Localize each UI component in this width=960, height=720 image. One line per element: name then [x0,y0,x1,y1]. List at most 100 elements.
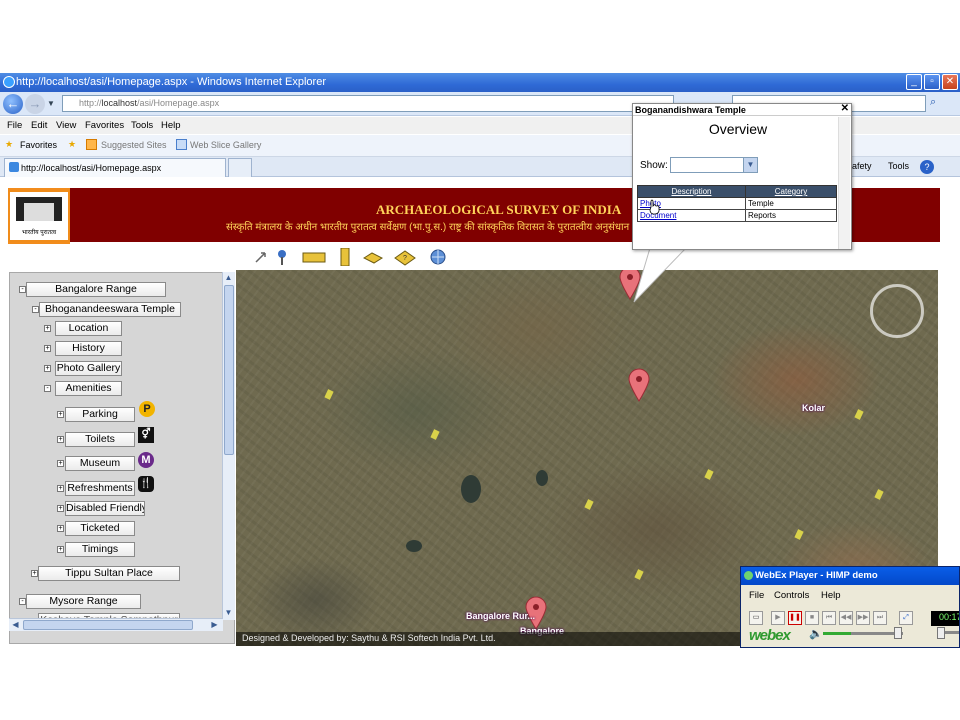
expand-parking[interactable]: + [57,411,64,418]
tree-node-parking[interactable]: Parking [65,407,135,422]
museum-icon: M [138,452,154,468]
tree-horizontal-scrollbar[interactable]: ◀ ▶ [9,618,223,631]
webex-title: WebEx Player - HIMP demo [741,567,959,585]
expand-tippu-sultan[interactable]: + [31,570,38,577]
tree-node-mysore-range[interactable]: Mysore Range [26,594,141,609]
popup-heading: Overview [708,121,768,137]
menu-view[interactable]: View [56,120,76,131]
scroll-left-icon[interactable]: ◀ [10,619,21,630]
tree-node-museum[interactable]: Museum [65,456,135,471]
menu-edit[interactable]: Edit [31,120,47,131]
arrow-pointer-icon[interactable] [252,248,270,266]
menu-favorites[interactable]: Favorites [85,120,124,131]
minimize-button[interactable]: _ [906,74,922,90]
globe-icon[interactable] [429,248,447,266]
search-icon[interactable]: ⌕ [930,96,946,112]
suggested-sites-button[interactable]: Suggested Sites [101,140,167,150]
tree-node-bangalore-range[interactable]: Bangalore Range [26,282,166,297]
expand-history[interactable]: + [44,345,51,352]
tree-node-timings[interactable]: Timings [65,542,135,557]
tree-node-amenities[interactable]: Amenities [55,381,122,396]
expand-museum[interactable]: + [57,460,64,467]
tools-menu[interactable]: Tools [888,161,909,171]
column-category[interactable]: Category [745,185,837,198]
address-bar[interactable]: http://localhost/asi/Homepage.aspx [62,95,674,112]
scroll-right-icon[interactable]: ▶ [209,619,220,630]
tree-node-history[interactable]: History [55,341,122,356]
safety-menu[interactable]: afety [852,161,872,171]
expand-location[interactable]: + [44,325,51,332]
close-window-button[interactable]: ✕ [942,74,958,90]
fast-forward-button[interactable]: ▶▶ [856,611,870,625]
popup-close-button[interactable]: ✕ [841,103,849,114]
ie-logo-icon [3,76,15,88]
lake [406,540,422,552]
tree-node-temple[interactable]: Bhoganandeeswara Temple [39,302,181,317]
ruler-tool-icon[interactable] [302,248,326,266]
expand-disabled-friendly[interactable]: + [57,505,64,512]
site-map-pin[interactable] [627,368,651,402]
expand-ticketed[interactable]: + [57,525,64,532]
vertical-ruler-icon[interactable] [336,248,354,266]
open-file-icon[interactable]: ▭ [749,611,763,625]
back-button[interactable]: ← [3,94,23,114]
tree-node-refreshments[interactable]: Refreshments [65,481,135,496]
expand-timings[interactable]: + [57,546,64,553]
menu-file[interactable]: File [7,120,22,131]
skip-start-button[interactable]: ⏮ [822,611,836,625]
show-select[interactable]: ▼ [670,157,758,173]
add-favorite-icon[interactable]: ★ [68,139,76,150]
help-icon[interactable]: ? [920,160,934,174]
favorites-button[interactable]: Favorites [20,140,57,150]
tree-node-ticketed[interactable]: Ticketed [65,521,135,536]
new-tab-button[interactable] [228,158,252,177]
stop-button[interactable]: ■ [805,611,819,625]
collapse-amenities[interactable]: - [44,385,51,392]
tree-scroll-thumb[interactable] [224,285,234,455]
webex-logo: webex [749,627,791,644]
collapse-mysore-range[interactable]: - [19,598,26,605]
tree-hscroll-thumb[interactable] [23,620,193,630]
webex-menu-file[interactable]: File [749,590,764,601]
expand-refreshments[interactable]: + [57,485,64,492]
scroll-up-icon[interactable]: ▲ [223,272,234,283]
collapse-temple[interactable]: - [32,306,39,313]
field-patch [324,389,334,400]
scroll-down-icon[interactable]: ▼ [223,607,234,618]
maximize-button[interactable]: ▫ [924,74,940,90]
fullscreen-button[interactable]: ⤢ [899,611,913,625]
expand-photo-gallery[interactable]: + [44,365,51,372]
webex-menu-controls[interactable]: Controls [774,590,809,601]
tree-node-tippu-sultan[interactable]: Tippu Sultan Place [38,566,180,581]
menu-help[interactable]: Help [161,120,181,131]
play-button[interactable]: ▶ [771,611,785,625]
column-description[interactable]: Description [637,185,746,198]
chevron-down-icon[interactable]: ▼ [743,158,757,172]
help-tool-icon[interactable]: ? [394,248,416,266]
category-cell: Reports [745,209,837,222]
measure-path-icon[interactable] [362,248,384,266]
volume-slider-handle[interactable] [894,627,902,639]
expand-toilets[interactable]: + [57,436,64,443]
collapse-bangalore-range[interactable]: - [19,286,26,293]
skip-end-button[interactable]: ⏭ [873,611,887,625]
tree-node-location[interactable]: Location [55,321,122,336]
tab-homepage[interactable]: http://localhost/asi/Homepage.aspx [4,158,226,177]
tree-vertical-scrollbar[interactable]: ▲ ▼ [222,272,235,620]
webex-menu-help[interactable]: Help [821,590,841,601]
menu-tools[interactable]: Tools [131,120,153,131]
pause-button[interactable]: ❚❚ [788,611,802,625]
webex-menu-bar: File Controls Help [741,587,959,601]
web-slice-gallery-button[interactable]: Web Slice Gallery [190,140,261,150]
history-dropdown-icon[interactable]: ▼ [47,99,55,108]
tree-node-toilets[interactable]: Toilets [65,432,135,447]
place-marker-tool-icon[interactable] [274,248,292,266]
rewind-button[interactable]: ◀◀ [839,611,853,625]
forward-button[interactable]: → [25,94,45,114]
progress-slider-handle[interactable] [937,627,945,639]
tree-node-photo-gallery[interactable]: Photo Gallery [55,361,122,376]
volume-icon[interactable]: 🔈 [809,627,823,640]
map-navigation-compass[interactable] [870,284,924,338]
tree-node-disabled-friendly[interactable]: Disabled Friendly [65,501,145,516]
popup-scrollbar[interactable] [838,117,850,249]
